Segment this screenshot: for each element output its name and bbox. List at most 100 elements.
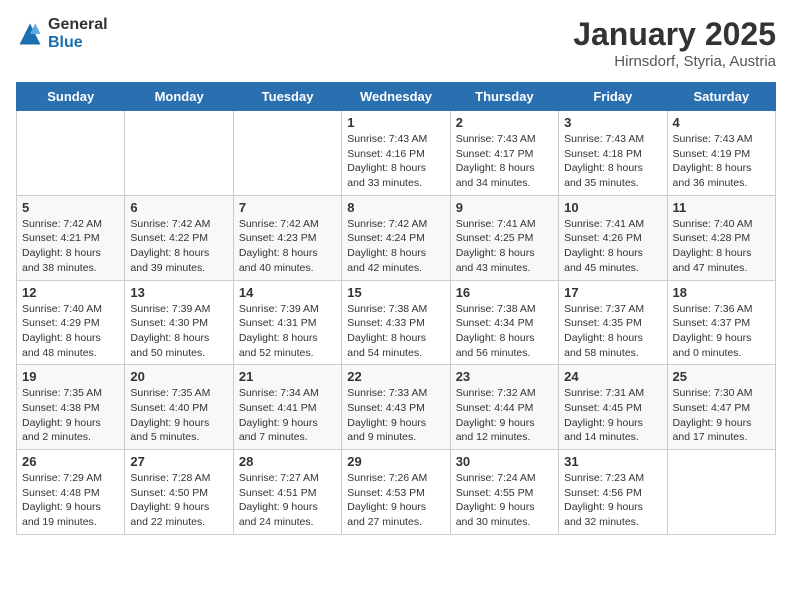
calendar-header-row: SundayMondayTuesdayWednesdayThursdayFrid… [17, 83, 776, 111]
calendar-cell: 29 Sunrise: 7:26 AMSunset: 4:53 PMDayligh… [342, 450, 450, 535]
calendar-cell [17, 111, 125, 196]
calendar-cell: 22Sunrise: 7:33 AMSunset: 4:43 PMDayligh… [342, 365, 450, 450]
day-number: 5 [22, 200, 119, 215]
day-info: Sunrise: 7:43 AMSunset: 4:19 PMDaylight:… [673, 132, 770, 191]
day-number: 27 [130, 454, 227, 469]
day-info: Sunrise: 7:40 AMSunset: 4:28 PMDaylight:… [673, 217, 770, 276]
day-info: Sunrise: 7:43 AMSunset: 4:17 PMDaylight:… [456, 132, 553, 191]
calendar-body: 1Sunrise: 7:43 AMSunset: 4:16 PMDaylight… [17, 111, 776, 535]
logo-icon [16, 20, 44, 48]
day-info: Sunrise: 7:41 AMSunset: 4:25 PMDaylight:… [456, 217, 553, 276]
day-info: Sunrise: 7:42 AMSunset: 4:21 PMDaylight:… [22, 217, 119, 276]
day-number: 2 [456, 115, 553, 130]
day-info: Sunrise: 7:39 AMSunset: 4:30 PMDaylight:… [130, 302, 227, 361]
calendar-week-row: 26Sunrise: 7:29 AMSunset: 4:48 PMDayligh… [17, 450, 776, 535]
day-number: 25 [673, 369, 770, 384]
calendar-cell: 26Sunrise: 7:29 AMSunset: 4:48 PMDayligh… [17, 450, 125, 535]
day-info: Sunrise: 7:42 AMSunset: 4:24 PMDaylight:… [347, 217, 444, 276]
day-info: Sunrise: 7:35 AMSunset: 4:38 PMDaylight:… [22, 386, 119, 445]
calendar-cell: 8 Sunrise: 7:42 AMSunset: 4:24 PMDaylight… [342, 195, 450, 280]
day-number: 29 [347, 454, 444, 469]
day-number: 24 [564, 369, 661, 384]
calendar-cell: 19 Sunrise: 7:35 AMSunset: 4:38 PMDayligh… [17, 365, 125, 450]
day-info: Sunrise: 7:43 AMSunset: 4:18 PMDaylight:… [564, 132, 661, 191]
calendar-cell: 5 Sunrise: 7:42 AMSunset: 4:21 PMDaylight… [17, 195, 125, 280]
calendar-cell: 17 Sunrise: 7:37 AMSunset: 4:35 PMDayligh… [559, 280, 667, 365]
calendar-cell [125, 111, 233, 196]
day-of-week-header: Sunday [17, 83, 125, 111]
calendar-cell: 4 Sunrise: 7:43 AMSunset: 4:19 PMDaylight… [667, 111, 775, 196]
calendar-cell [233, 111, 341, 196]
day-number: 8 [347, 200, 444, 215]
day-info: Sunrise: 7:40 AMSunset: 4:29 PMDaylight:… [22, 302, 119, 361]
day-number: 9 [456, 200, 553, 215]
day-number: 14 [239, 285, 336, 300]
day-number: 11 [673, 200, 770, 215]
day-info: Sunrise: 7:42 AMSunset: 4:22 PMDaylight:… [130, 217, 227, 276]
title-block: January 2025 Hirnsdorf, Styria, Austria [573, 16, 776, 70]
calendar-cell: 21Sunrise: 7:34 AMSunset: 4:41 PMDayligh… [233, 365, 341, 450]
day-info: Sunrise: 7:38 AMSunset: 4:34 PMDaylight:… [456, 302, 553, 361]
day-info: Sunrise: 7:38 AMSunset: 4:33 PMDaylight:… [347, 302, 444, 361]
day-number: 19 [22, 369, 119, 384]
logo-general-text: General [48, 16, 108, 34]
calendar-cell: 10Sunrise: 7:41 AMSunset: 4:26 PMDayligh… [559, 195, 667, 280]
day-number: 31 [564, 454, 661, 469]
day-info: Sunrise: 7:28 AMSunset: 4:50 PMDaylight:… [130, 471, 227, 530]
day-number: 28 [239, 454, 336, 469]
day-info: Sunrise: 7:31 AMSunset: 4:45 PMDaylight:… [564, 386, 661, 445]
calendar-cell: 9 Sunrise: 7:41 AMSunset: 4:25 PMDaylight… [450, 195, 558, 280]
calendar-cell: 28Sunrise: 7:27 AMSunset: 4:51 PMDayligh… [233, 450, 341, 535]
calendar-cell: 14 Sunrise: 7:39 AMSunset: 4:31 PMDayligh… [233, 280, 341, 365]
calendar-cell: 1Sunrise: 7:43 AMSunset: 4:16 PMDaylight… [342, 111, 450, 196]
day-number: 30 [456, 454, 553, 469]
day-info: Sunrise: 7:26 AMSunset: 4:53 PMDaylight:… [347, 471, 444, 530]
page-header: General Blue January 2025 Hirnsdorf, Sty… [16, 16, 776, 70]
calendar-week-row: 5 Sunrise: 7:42 AMSunset: 4:21 PMDaylight… [17, 195, 776, 280]
calendar-cell: 11 Sunrise: 7:40 AMSunset: 4:28 PMDayligh… [667, 195, 775, 280]
calendar-cell: 7Sunrise: 7:42 AMSunset: 4:23 PMDaylight… [233, 195, 341, 280]
day-of-week-header: Wednesday [342, 83, 450, 111]
day-number: 16 [456, 285, 553, 300]
calendar-cell: 23Sunrise: 7:32 AMSunset: 4:44 PMDayligh… [450, 365, 558, 450]
day-number: 6 [130, 200, 227, 215]
day-info: Sunrise: 7:23 AMSunset: 4:56 PMDaylight:… [564, 471, 661, 530]
logo-blue-text: Blue [48, 34, 108, 52]
day-of-week-header: Saturday [667, 83, 775, 111]
calendar-cell: 30 Sunrise: 7:24 AMSunset: 4:55 PMDayligh… [450, 450, 558, 535]
calendar-table: SundayMondayTuesdayWednesdayThursdayFrid… [16, 82, 776, 535]
calendar-cell: 31 Sunrise: 7:23 AMSunset: 4:56 PMDayligh… [559, 450, 667, 535]
calendar-cell [667, 450, 775, 535]
day-info: Sunrise: 7:35 AMSunset: 4:40 PMDaylight:… [130, 386, 227, 445]
day-info: Sunrise: 7:37 AMSunset: 4:35 PMDaylight:… [564, 302, 661, 361]
logo: General Blue [16, 16, 108, 51]
calendar-cell: 13Sunrise: 7:39 AMSunset: 4:30 PMDayligh… [125, 280, 233, 365]
day-number: 15 [347, 285, 444, 300]
calendar-cell: 25Sunrise: 7:30 AMSunset: 4:47 PMDayligh… [667, 365, 775, 450]
calendar-cell: 3Sunrise: 7:43 AMSunset: 4:18 PMDaylight… [559, 111, 667, 196]
day-number: 4 [673, 115, 770, 130]
calendar-cell: 12Sunrise: 7:40 AMSunset: 4:29 PMDayligh… [17, 280, 125, 365]
day-info: Sunrise: 7:24 AMSunset: 4:55 PMDaylight:… [456, 471, 553, 530]
calendar-cell: 20Sunrise: 7:35 AMSunset: 4:40 PMDayligh… [125, 365, 233, 450]
calendar-cell: 27 Sunrise: 7:28 AMSunset: 4:50 PMDayligh… [125, 450, 233, 535]
day-info: Sunrise: 7:32 AMSunset: 4:44 PMDaylight:… [456, 386, 553, 445]
day-number: 17 [564, 285, 661, 300]
day-number: 22 [347, 369, 444, 384]
calendar-cell: 15 Sunrise: 7:38 AMSunset: 4:33 PMDayligh… [342, 280, 450, 365]
day-of-week-header: Friday [559, 83, 667, 111]
calendar-cell: 24 Sunrise: 7:31 AMSunset: 4:45 PMDayligh… [559, 365, 667, 450]
calendar-cell: 6 Sunrise: 7:42 AMSunset: 4:22 PMDaylight… [125, 195, 233, 280]
day-number: 7 [239, 200, 336, 215]
month-title: January 2025 [573, 16, 776, 53]
day-info: Sunrise: 7:34 AMSunset: 4:41 PMDaylight:… [239, 386, 336, 445]
day-info: Sunrise: 7:41 AMSunset: 4:26 PMDaylight:… [564, 217, 661, 276]
calendar-cell: 16 Sunrise: 7:38 AMSunset: 4:34 PMDayligh… [450, 280, 558, 365]
day-info: Sunrise: 7:39 AMSunset: 4:31 PMDaylight:… [239, 302, 336, 361]
calendar-cell: 18Sunrise: 7:36 AMSunset: 4:37 PMDayligh… [667, 280, 775, 365]
calendar-week-row: 1Sunrise: 7:43 AMSunset: 4:16 PMDaylight… [17, 111, 776, 196]
location-subtitle: Hirnsdorf, Styria, Austria [573, 53, 776, 70]
day-info: Sunrise: 7:29 AMSunset: 4:48 PMDaylight:… [22, 471, 119, 530]
day-number: 1 [347, 115, 444, 130]
day-info: Sunrise: 7:36 AMSunset: 4:37 PMDaylight:… [673, 302, 770, 361]
